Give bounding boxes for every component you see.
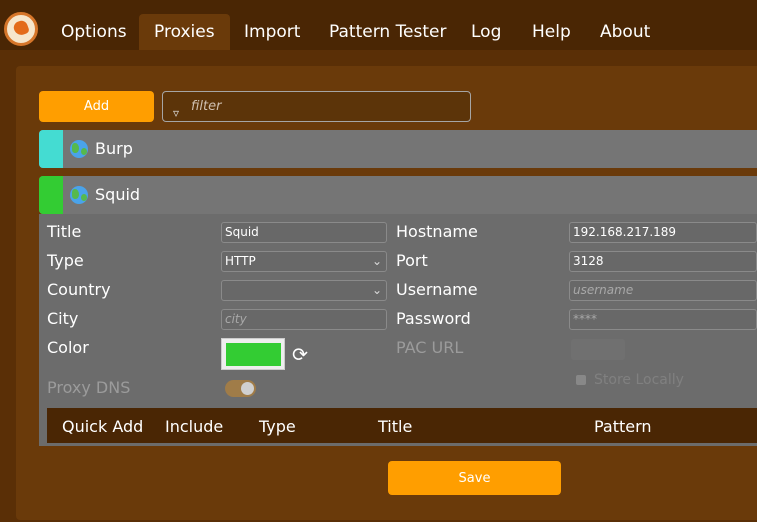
- tab-about[interactable]: About: [585, 14, 665, 50]
- hostname-label: Hostname: [396, 222, 478, 241]
- color-label: Color: [47, 338, 89, 357]
- add-proxy-button[interactable]: Add: [39, 91, 154, 122]
- pac-url-label: PAC URL: [396, 338, 464, 357]
- tab-import[interactable]: Import: [229, 14, 315, 50]
- port-input[interactable]: 3128: [569, 251, 757, 272]
- toggle-knob: [241, 382, 254, 395]
- column-title: Title: [378, 417, 413, 436]
- hostname-input[interactable]: 192.168.217.189: [569, 222, 757, 243]
- column-quick-add: Quick Add: [62, 417, 144, 436]
- proxy-title: Squid: [95, 185, 141, 204]
- tab-pattern-tester[interactable]: Pattern Tester: [314, 14, 462, 50]
- title-input[interactable]: Squid: [221, 222, 387, 243]
- proxy-title: Burp: [95, 139, 133, 158]
- foxyproxy-logo-icon: [4, 12, 38, 46]
- tab-options[interactable]: Options: [46, 14, 142, 50]
- city-input[interactable]: city: [221, 309, 387, 330]
- tab-log[interactable]: Log: [456, 14, 516, 50]
- globe-icon: [70, 140, 88, 158]
- city-label: City: [47, 309, 79, 328]
- proxy-item-squid[interactable]: Squid: [39, 176, 757, 214]
- column-type: Type: [259, 417, 296, 436]
- funnel-icon: ▿: [173, 106, 180, 120]
- column-pattern: Pattern: [594, 417, 652, 436]
- save-button[interactable]: Save: [388, 461, 561, 495]
- filter-placeholder: filter: [191, 99, 222, 114]
- proxy-color-indicator: [39, 130, 63, 168]
- chevron-down-icon: ⌄: [371, 254, 382, 268]
- tab-proxies[interactable]: Proxies: [139, 14, 230, 50]
- color-picker[interactable]: [221, 338, 285, 370]
- username-input[interactable]: username: [569, 280, 757, 301]
- proxy-item-burp[interactable]: Burp: [39, 130, 757, 168]
- password-input[interactable]: ****: [569, 309, 757, 330]
- column-include: Include: [165, 417, 224, 436]
- pac-url-input[interactable]: [571, 339, 625, 360]
- type-value: HTTP: [225, 254, 256, 268]
- color-swatch-fill: [226, 343, 281, 366]
- password-label: Password: [396, 309, 471, 328]
- country-select[interactable]: ⌄: [221, 280, 387, 301]
- title-label: Title: [47, 222, 82, 241]
- country-label: Country: [47, 280, 111, 299]
- refresh-color-icon[interactable]: ⟳: [292, 345, 308, 365]
- proxy-dns-label: Proxy DNS: [47, 378, 131, 397]
- username-label: Username: [396, 280, 478, 299]
- type-label: Type: [47, 251, 84, 270]
- globe-icon: [70, 186, 88, 204]
- store-locally-checkbox[interactable]: [576, 375, 586, 385]
- proxy-dns-toggle[interactable]: [225, 380, 256, 397]
- proxy-color-indicator: [39, 176, 63, 214]
- port-label: Port: [396, 251, 428, 270]
- chevron-down-icon: ⌄: [371, 283, 382, 297]
- type-select[interactable]: HTTP ⌄: [221, 251, 387, 272]
- tab-help[interactable]: Help: [517, 14, 586, 50]
- store-locally-label: Store Locally: [594, 372, 684, 388]
- filter-input[interactable]: ▿ filter: [162, 91, 471, 122]
